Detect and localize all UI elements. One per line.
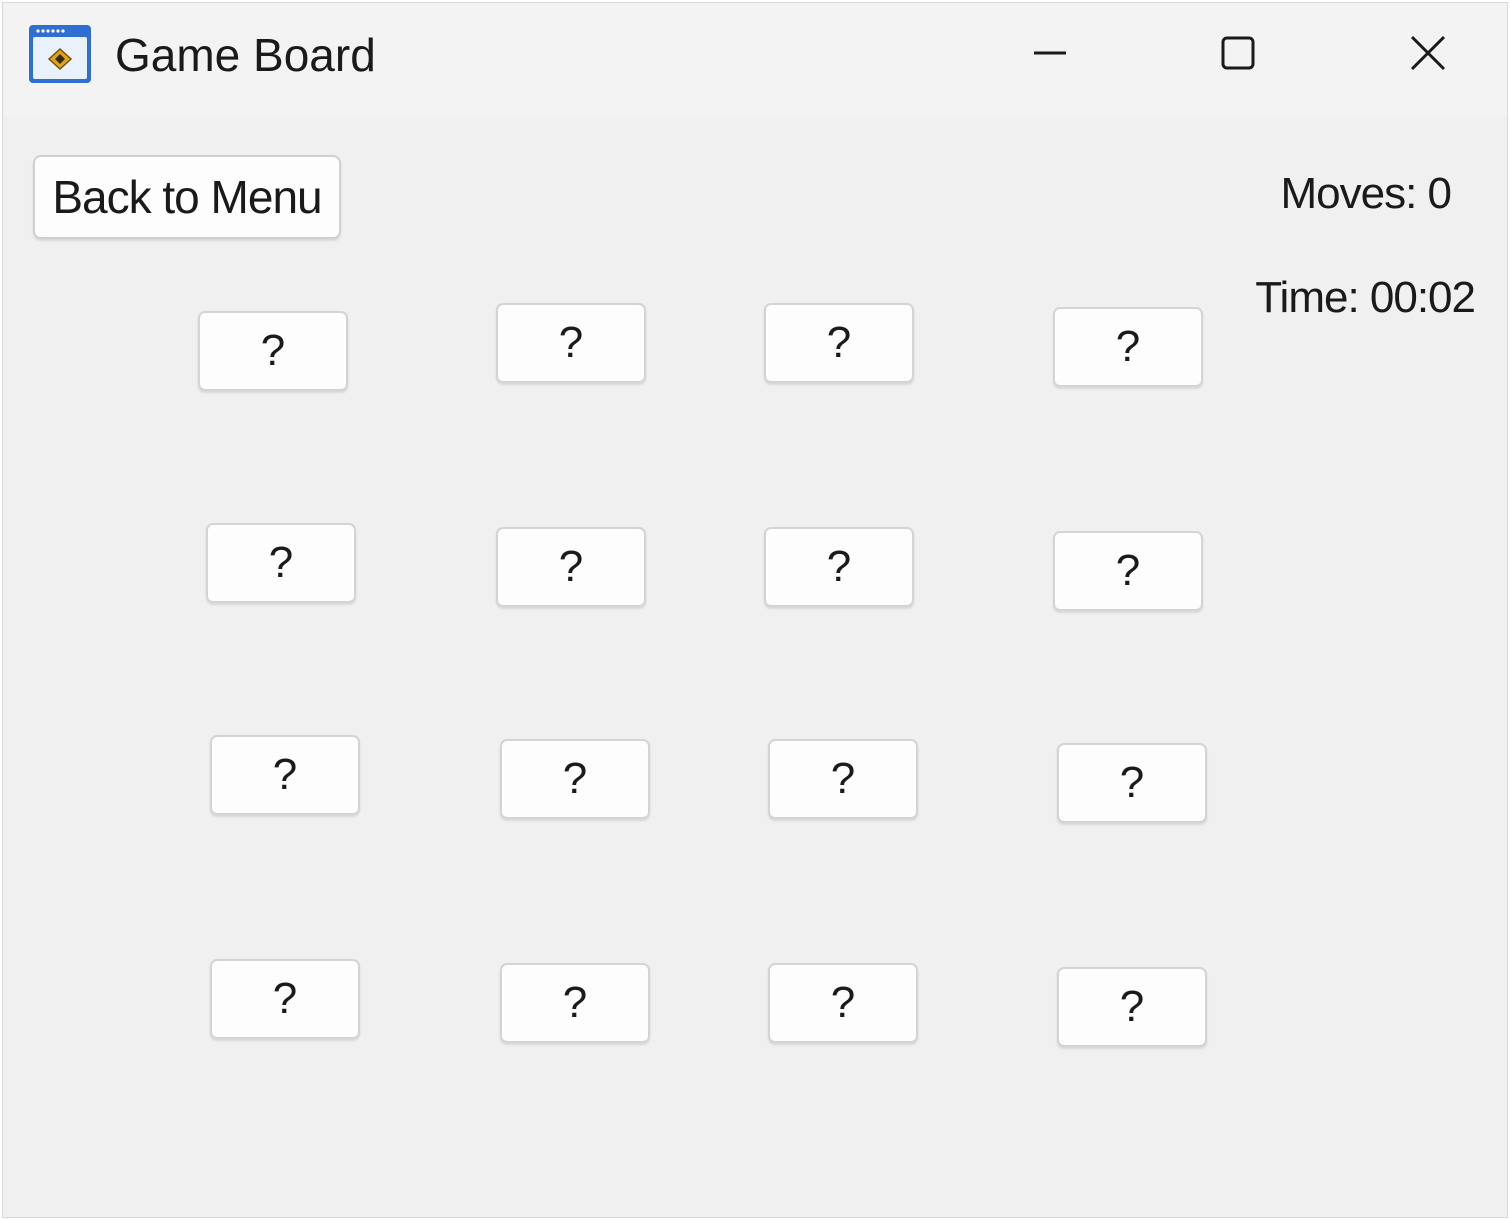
window-title: Game Board bbox=[115, 29, 376, 81]
card-button[interactable]: ? bbox=[768, 739, 918, 819]
maximize-icon bbox=[1221, 36, 1255, 70]
card-button[interactable]: ? bbox=[500, 739, 650, 819]
card-button[interactable]: ? bbox=[210, 735, 360, 815]
moves-counter: Moves: 0 bbox=[1280, 169, 1452, 218]
card-button[interactable]: ? bbox=[768, 963, 918, 1043]
card-button[interactable]: ? bbox=[496, 527, 646, 607]
title-bar[interactable]: Game Board bbox=[3, 3, 1507, 115]
close-icon bbox=[1410, 35, 1446, 71]
minimize-icon bbox=[1034, 51, 1066, 55]
game-board-area: Back to Menu Moves: 0 Time: 00:02 ? ? ? … bbox=[3, 115, 1507, 1217]
maximize-button[interactable] bbox=[1163, 3, 1313, 103]
card-button[interactable]: ? bbox=[210, 959, 360, 1039]
card-button[interactable]: ? bbox=[206, 523, 356, 603]
card-button[interactable]: ? bbox=[764, 303, 914, 383]
close-button[interactable] bbox=[1353, 3, 1503, 103]
card-button[interactable]: ? bbox=[198, 311, 348, 391]
card-button[interactable]: ? bbox=[1057, 967, 1207, 1047]
minimize-button[interactable] bbox=[975, 3, 1125, 103]
app-window-icon bbox=[27, 23, 93, 85]
card-button[interactable]: ? bbox=[1057, 743, 1207, 823]
card-button[interactable]: ? bbox=[496, 303, 646, 383]
card-button[interactable]: ? bbox=[500, 963, 650, 1043]
back-to-menu-button[interactable]: Back to Menu bbox=[33, 155, 341, 239]
card-button[interactable]: ? bbox=[764, 527, 914, 607]
card-button[interactable]: ? bbox=[1053, 531, 1203, 611]
game-board-window: Game Board Back to Menu Moves: 0 Time: 0… bbox=[2, 2, 1508, 1218]
time-counter: Time: 00:02 bbox=[1255, 273, 1476, 322]
card-button[interactable]: ? bbox=[1053, 307, 1203, 387]
